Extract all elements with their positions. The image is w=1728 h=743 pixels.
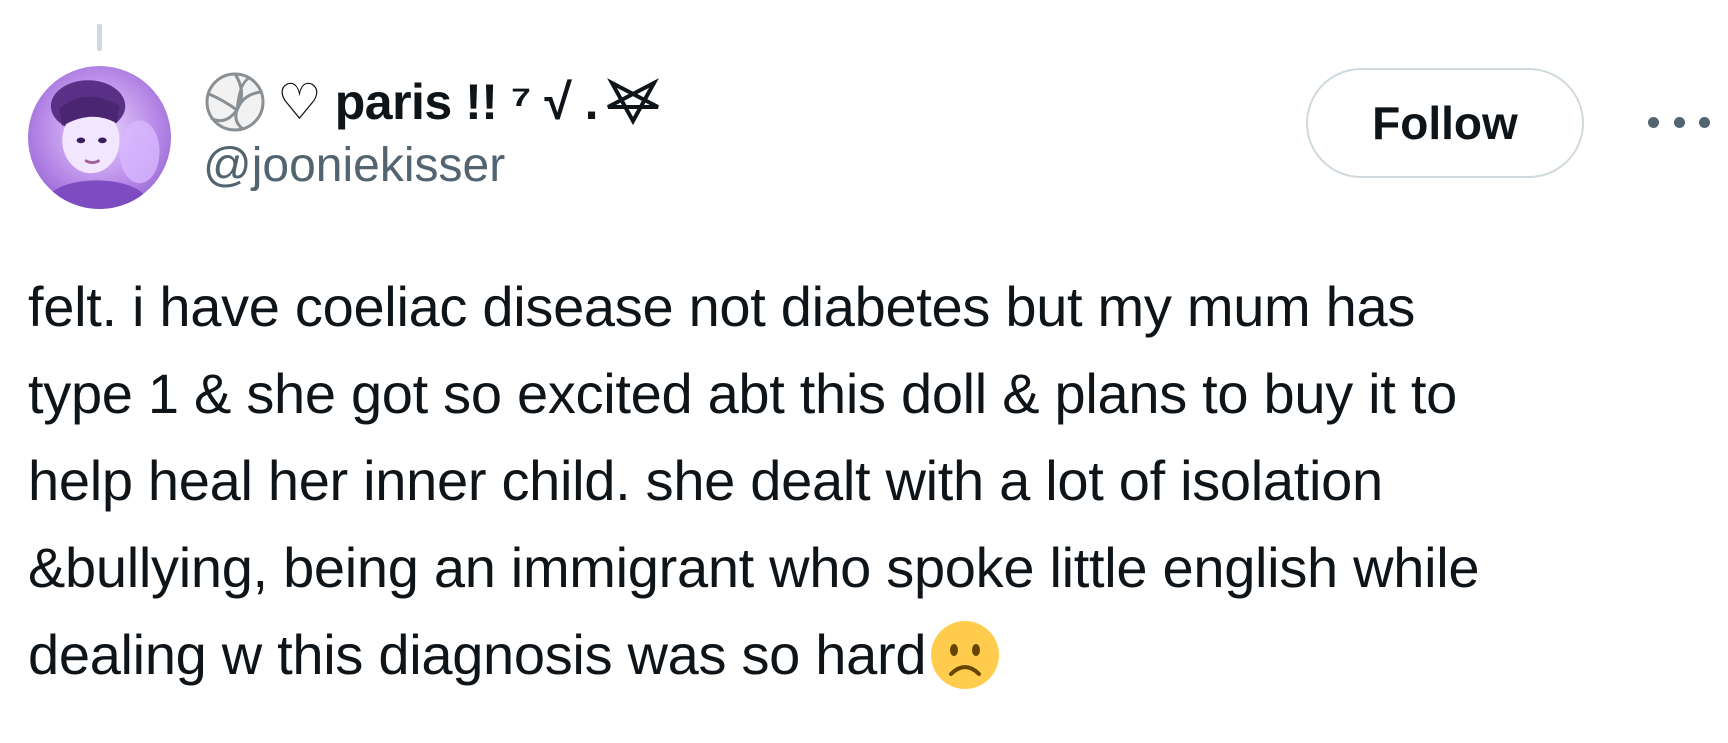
more-options-button[interactable] xyxy=(1648,104,1710,140)
more-dot-icon xyxy=(1699,116,1710,128)
name-row: ♡ paris !! ⁷ √ . xyxy=(203,66,666,138)
tweet-text-line: help heal her inner child. she dealt wit… xyxy=(28,449,1383,512)
tweet-text-line: felt. i have coeliac disease not diabete… xyxy=(28,275,1416,338)
tweet-text-line: &bullying, being an immigrant who spoke … xyxy=(28,536,1480,599)
more-dot-icon xyxy=(1673,116,1685,128)
follow-button[interactable]: Follow xyxy=(1306,68,1584,178)
tweet-text-last-line: dealing w this diagnosis was so hard xyxy=(28,611,1708,698)
tweet-text-line: type 1 & she got so excited abt this dol… xyxy=(28,362,1457,425)
tweet-text: felt. i have coeliac disease not diabete… xyxy=(28,263,1708,698)
user-handle[interactable]: @jooniekisser xyxy=(203,139,666,193)
display-name[interactable]: ♡ paris !! ⁷ √ . xyxy=(277,77,599,127)
avatar-image xyxy=(28,66,171,209)
thread-connector-line xyxy=(97,24,102,51)
volleyball-icon xyxy=(203,70,267,134)
more-dot-icon xyxy=(1648,116,1659,128)
slightly-frowning-face-icon xyxy=(928,618,1002,692)
pentagram-icon xyxy=(600,69,666,135)
avatar[interactable] xyxy=(28,66,171,209)
tweet-text-line: dealing w this diagnosis was so hard xyxy=(28,623,927,686)
author-block: ♡ paris !! ⁷ √ . @jooniekisser xyxy=(203,66,666,193)
